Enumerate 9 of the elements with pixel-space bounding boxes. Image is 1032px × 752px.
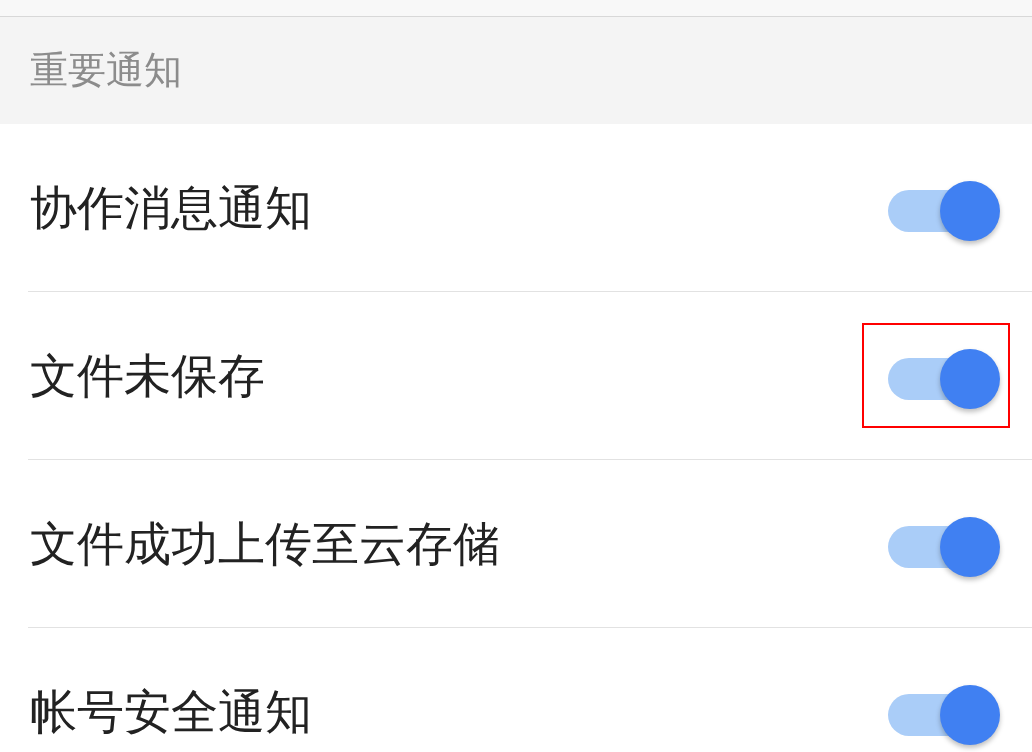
toggle-switch[interactable] [888, 180, 1001, 242]
setting-label: 协作消息通知 [29, 181, 312, 234]
setting-label: 文件未保存 [29, 349, 265, 402]
toggle-switch[interactable] [888, 516, 1001, 578]
setting-label: 文件成功上传至云存储 [29, 517, 500, 570]
toggle-switch[interactable] [888, 684, 1001, 746]
toggle-switch[interactable] [888, 348, 1001, 410]
section-title: 重要通知 [30, 49, 182, 92]
setting-label: 帐号安全通知 [29, 685, 312, 738]
